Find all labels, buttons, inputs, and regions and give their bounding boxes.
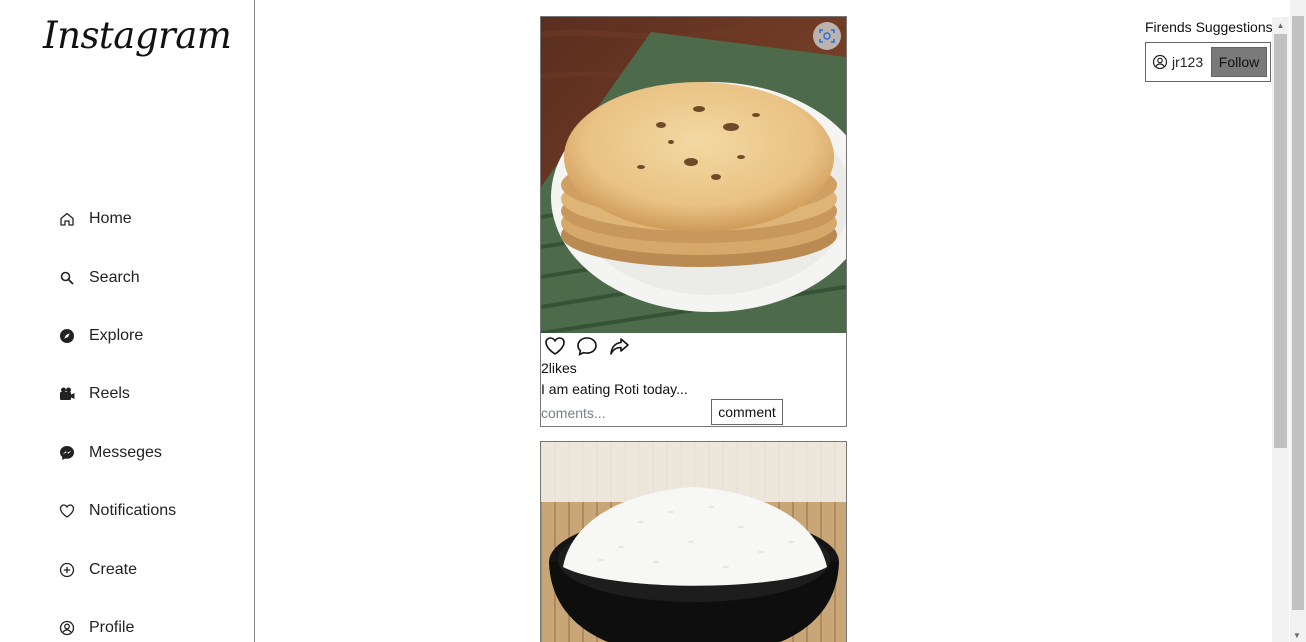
likes-count: 2likes xyxy=(541,360,577,376)
like-heart-icon[interactable] xyxy=(542,334,568,358)
plus-circle-icon xyxy=(58,561,76,579)
sidebar-item-label: Search xyxy=(89,269,140,286)
post-caption: I am eating Roti today... xyxy=(541,381,688,397)
suggested-username[interactable]: jr123 xyxy=(1172,54,1203,70)
post-card xyxy=(540,441,847,642)
rice-bowl-photo[interactable] xyxy=(541,442,846,642)
sidebar-item-notifications[interactable]: Notifications xyxy=(58,498,176,524)
video-camera-icon xyxy=(58,385,76,403)
sidebar-item-profile[interactable]: Profile xyxy=(58,615,134,641)
suggestions-title: Firends Suggestions xyxy=(1145,19,1273,35)
messenger-icon xyxy=(58,444,76,462)
lens-icon xyxy=(819,29,835,43)
scroll-down-arrow-icon[interactable]: ▼ xyxy=(1290,628,1304,642)
page-scrollbar-thumb[interactable] xyxy=(1292,16,1304,610)
search-icon xyxy=(58,269,76,287)
comment-bubble-icon[interactable] xyxy=(574,334,600,358)
sidebar-item-label: Messeges xyxy=(89,444,162,461)
follow-button[interactable]: Follow xyxy=(1211,47,1267,77)
sidebar-item-create[interactable]: Create xyxy=(58,557,137,583)
heart-icon xyxy=(58,502,76,520)
visual-search-lens-button[interactable] xyxy=(813,22,841,50)
user-circle-icon xyxy=(1152,54,1168,70)
scroll-up-arrow-icon[interactable]: ▲ xyxy=(1272,17,1289,34)
sidebar-item-label: Reels xyxy=(89,385,130,402)
sidebar-item-label: Profile xyxy=(89,619,135,636)
sidebar: Instagram Home Search Explore Reels Mess… xyxy=(0,0,255,642)
sidebar-item-search[interactable]: Search xyxy=(58,265,140,291)
sidebar-item-label: Create xyxy=(89,561,138,578)
post-actions xyxy=(542,334,632,358)
sidebar-item-label: Notifications xyxy=(89,502,177,519)
suggestion-card: jr123 Follow xyxy=(1145,42,1271,82)
home-icon xyxy=(58,210,76,228)
comment-input[interactable] xyxy=(541,403,709,423)
sidebar-item-reels[interactable]: Reels xyxy=(58,381,130,407)
sidebar-item-label: Explore xyxy=(89,327,144,344)
share-arrow-icon[interactable] xyxy=(606,334,632,358)
compass-icon xyxy=(58,327,76,345)
user-circle-icon xyxy=(58,619,76,637)
post-card: 2likes I am eating Roti today... comment xyxy=(540,16,847,427)
sidebar-item-messages[interactable]: Messeges xyxy=(58,440,162,466)
instagram-logo[interactable]: Instagram xyxy=(43,14,232,57)
inner-scrollbar-thumb[interactable] xyxy=(1274,34,1287,448)
comment-button[interactable]: comment xyxy=(711,399,783,425)
sidebar-item-explore[interactable]: Explore xyxy=(58,323,143,349)
sidebar-item-home[interactable]: Home xyxy=(58,206,132,232)
roti-photo[interactable] xyxy=(541,17,846,333)
sidebar-item-label: Home xyxy=(89,210,132,227)
